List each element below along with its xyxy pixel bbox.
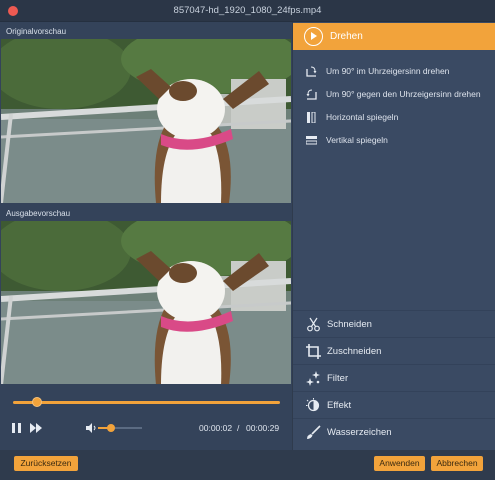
volume-slider[interactable] <box>98 427 142 429</box>
tool-effect-label: Effekt <box>327 400 352 411</box>
flip-vertical-option[interactable]: Vertikal spiegeln <box>306 134 491 148</box>
seek-bar[interactable] <box>13 401 280 404</box>
tool-filter[interactable]: Filter <box>293 364 495 391</box>
tool-watermark-label: Wasserzeichen <box>327 427 392 438</box>
pause-icon <box>12 423 15 433</box>
volume-handle[interactable] <box>107 424 116 432</box>
rotate-clockwise-label: Um 90° im Uhrzeigersinn drehen <box>326 66 450 76</box>
tool-cut[interactable]: Schneiden <box>293 310 495 337</box>
tool-cut-label: Schneiden <box>327 319 372 330</box>
apply-button[interactable]: Anwenden <box>374 456 425 471</box>
watermark-brush-icon <box>307 425 321 439</box>
flip-vertical-icon <box>306 136 317 145</box>
output-preview-label: Ausgabevorschau <box>6 209 71 218</box>
title-bar: 857047-hd_1920_1080_24fps.mp4 <box>0 0 495 22</box>
scissors-icon <box>307 317 320 332</box>
rotate-counterclockwise-label: Um 90° gegen den Uhrzeigersinn drehen <box>326 89 481 99</box>
pause-button[interactable] <box>12 423 22 433</box>
flip-vertical-label: Vertikal spiegeln <box>326 135 388 145</box>
tool-effect[interactable]: Effekt <box>293 391 495 418</box>
tool-crop[interactable]: Zuschneiden <box>293 337 495 364</box>
rotate-clockwise-icon <box>306 66 317 77</box>
rotate-counterclockwise-option[interactable]: Um 90° gegen den Uhrzeigersinn drehen <box>306 88 491 102</box>
rotate-section-header[interactable]: Drehen <box>293 23 495 50</box>
player-controls: 00:00:02 / 00:00:29 <box>0 384 292 450</box>
seek-handle[interactable] <box>32 397 43 407</box>
total-time: 00:00:29 <box>246 423 280 433</box>
cancel-button[interactable]: Abbrechen <box>431 456 483 471</box>
window-title: 857047-hd_1920_1080_24fps.mp4 <box>173 5 322 16</box>
volume-icon[interactable] <box>86 422 98 434</box>
flip-horizontal-icon <box>307 112 316 123</box>
flip-horizontal-option[interactable]: Horizontal spiegeln <box>306 111 491 125</box>
flip-horizontal-label: Horizontal spiegeln <box>326 112 399 122</box>
output-preview-video <box>1 221 291 385</box>
time-separator: / <box>237 423 240 433</box>
edit-sidebar: Drehen Um 90° im Uhrzeigersinn drehen Um… <box>293 22 495 450</box>
tool-crop-label: Zuschneiden <box>327 346 382 357</box>
rotate-counterclockwise-icon <box>306 89 317 100</box>
reset-button[interactable]: Zurücksetzen <box>14 456 78 471</box>
tool-filter-label: Filter <box>327 373 349 384</box>
current-time: 00:00:02 <box>199 423 233 433</box>
original-preview-label: Originalvorschau <box>6 27 67 36</box>
filter-sparkle-icon <box>306 371 320 386</box>
tool-watermark[interactable]: Wasserzeichen <box>293 418 495 445</box>
original-preview-video <box>1 39 291 203</box>
crop-icon <box>306 344 321 359</box>
rotate-clockwise-option[interactable]: Um 90° im Uhrzeigersinn drehen <box>306 65 491 79</box>
rotate-play-icon <box>304 27 323 46</box>
fast-forward-button[interactable] <box>30 423 42 433</box>
rotate-section-title: Drehen <box>330 31 363 42</box>
effect-icon <box>306 398 320 412</box>
